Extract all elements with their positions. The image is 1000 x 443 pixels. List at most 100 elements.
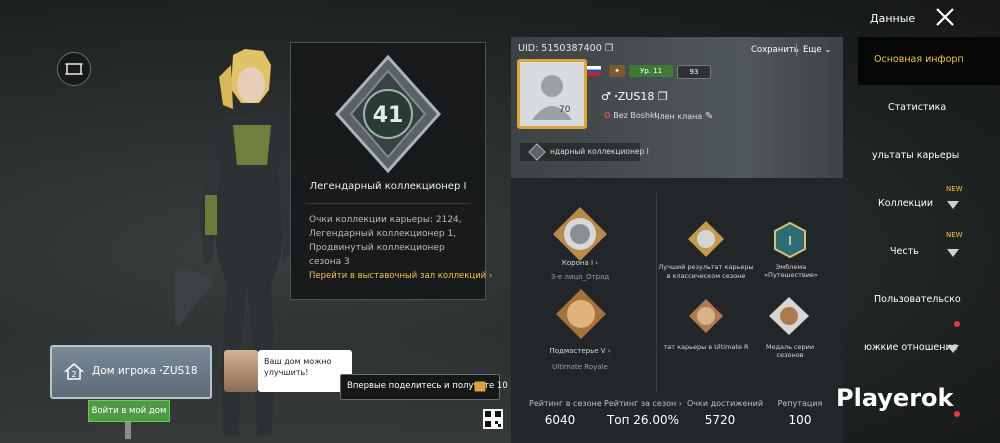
achievement-sub: 3-е лицо_Отряд — [550, 273, 610, 281]
more-button[interactable]: Еще ⌄ — [803, 45, 831, 55]
clan-name[interactable]: ✪ Bez Boshki — [604, 111, 657, 120]
achievement-apprentice[interactable]: Подмастерье V › Ultimate Royale — [541, 347, 619, 371]
player-name: ♂ ꞏZUS18 ❐ — [601, 89, 668, 104]
avatar-level: 70 — [559, 105, 571, 115]
new-badge: NEW — [946, 185, 963, 193]
sidebar-item-honor[interactable]: Честь NEW — [858, 229, 1000, 277]
stat-label[interactable]: Рейтинг за сезон › — [603, 399, 683, 408]
chevron-down-icon — [947, 249, 959, 257]
sidebar-item-relations[interactable]: южкие отношения — [858, 325, 1000, 373]
close-icon[interactable] — [934, 6, 956, 28]
copy-icon[interactable]: ❐ — [658, 90, 668, 103]
stat-value: 5720 — [704, 413, 736, 427]
rank-emblem-icon: ✦ — [609, 65, 625, 77]
stat-value: Топ 26.00% — [606, 413, 680, 427]
sign-post — [125, 421, 131, 439]
tier-desc-line: Легендарный коллекционер 1, — [309, 229, 457, 239]
chevron-down-icon — [947, 345, 959, 353]
enter-house-button[interactable]: Войти в мой дом — [88, 400, 170, 422]
achievement-ultimate-career[interactable]: тат карьеры в Ultimate R — [661, 343, 751, 351]
collection-hall-link-label: Перейти в выставочный зал коллекций — [309, 271, 487, 281]
sidebar-item-label: Основная инфорп — [874, 54, 964, 65]
achievement-journey[interactable]: Эмблема «Путешествие» — [759, 263, 823, 279]
journey-emblem-icon[interactable]: I — [773, 221, 807, 259]
clan-role-text: Член клана — [654, 112, 703, 121]
clan-role: Член клана ✎ — [654, 111, 713, 122]
qr-code-icon[interactable] — [483, 409, 503, 429]
sidebar-item-collections[interactable]: Коллекции NEW — [858, 181, 1000, 229]
achievement-name: Подмастерье V › — [549, 347, 611, 355]
ultimate-career-badge-icon[interactable] — [687, 297, 725, 335]
new-badge: NEW — [946, 231, 963, 239]
watermark-logo: Playerok — [836, 384, 954, 412]
avatar[interactable] — [517, 59, 587, 129]
sidebar-item-label: южкие отношения — [864, 342, 958, 353]
save-button[interactable]: Сохранить — [751, 45, 799, 55]
share-reward-button[interactable]: Впервые поделитесь и получите 10 — [340, 374, 508, 400]
stat-label-text: Рейтинг за сезон — [604, 399, 677, 408]
collector-tier-badge-icon: 41 — [334, 54, 442, 174]
tier-description: Очки коллекции карьеры: 2124, Легендарны… — [309, 213, 479, 269]
chevron-down-icon: ⌄ — [821, 45, 832, 55]
uid-label: UID: 5150387400 ❐ — [518, 43, 613, 54]
collector-title-bar[interactable]: ндарный коллекционер I — [520, 143, 649, 161]
tier-number: 41 — [373, 103, 404, 128]
stat-label: Репутация — [777, 399, 823, 408]
sidebar-item-label: ультаты карьеры — [872, 150, 960, 161]
country-flag-icon — [587, 66, 601, 76]
sidebar-item-basic-info[interactable]: Основная инфорп — [858, 37, 1000, 85]
achievement-sub: Ultimate Royale — [552, 363, 608, 371]
bubble-text: Ваш дом можно улучшить! — [264, 357, 332, 377]
profile-header: UID: 5150387400 ❐ Сохранить Еще ⌄ 70 ✦ У… — [511, 37, 843, 178]
collection-hall-link[interactable]: Перейти в выставочный зал коллекций › — [309, 271, 492, 281]
copy-icon[interactable]: ❐ — [605, 43, 614, 54]
classic-career-badge-icon[interactable] — [686, 219, 726, 259]
tier-desc-line: Продвинутый коллекционер сезона 3 — [309, 243, 445, 267]
house-label: Дом игрока ꞏZUS18 — [92, 365, 198, 377]
chevron-right-icon: › — [488, 271, 493, 281]
male-icon: ♂ — [601, 90, 615, 103]
divider — [305, 203, 471, 204]
chevron-down-icon — [947, 201, 959, 209]
profile-panel: UID: 5150387400 ❐ Сохранить Еще ⌄ 70 ✦ У… — [511, 37, 843, 443]
assistant-avatar — [224, 350, 258, 392]
stat-label: Рейтинг в сезоне — [529, 399, 602, 408]
divider — [796, 44, 797, 56]
sidebar-item-statistics[interactable]: Статистика — [858, 85, 1000, 133]
edit-icon[interactable]: ✎ — [705, 111, 713, 122]
player-house-sign[interactable]: 2 Дом игрока ꞏZUS18 Войти в мой дом — [50, 345, 212, 439]
sidebar-title: Данные — [870, 12, 916, 25]
achievement-crown[interactable]: Корона I › 3-е лицо_Отряд — [541, 259, 619, 281]
clan-icon: ✪ — [604, 111, 614, 120]
house-icon: 2 — [64, 363, 84, 380]
frame-toggle-button[interactable] — [57, 52, 91, 86]
sidebar-item-career-results[interactable]: ультаты карьеры — [858, 133, 1000, 181]
stat-label: Очки достижений — [687, 399, 764, 408]
achievement-season-medal[interactable]: Медаль серии сезонов — [757, 343, 823, 359]
sidebar-item-label: Пользовательско — [874, 294, 961, 305]
divider — [656, 193, 657, 393]
collector-mini-badge-icon — [528, 143, 546, 161]
clan-name-text: Bez Boshki — [613, 111, 657, 120]
apprentice-badge-icon[interactable] — [554, 287, 608, 341]
level-chip: Ур. 11 — [629, 65, 673, 77]
uid-text: UID: 5150387400 — [518, 43, 602, 54]
stat-value: 6040 — [544, 413, 576, 427]
sidebar: Основная инфорп Статистика ультаты карье… — [858, 37, 1000, 443]
points-chip: 93 — [677, 65, 711, 79]
achievement-name-text: Подмастерье V — [549, 347, 606, 355]
tier-title: Легендарный коллекционер I — [309, 181, 467, 192]
sidebar-item-label: Коллекции — [878, 198, 934, 209]
crown-badge-icon[interactable] — [551, 205, 609, 263]
stat-value: 100 — [788, 413, 812, 427]
upgrade-house-bubble[interactable]: Ваш дом можно улучшить! — [258, 350, 352, 392]
achievement-name-text: Корона I — [561, 259, 594, 267]
house-board: 2 Дом игрока ꞏZUS18 — [50, 345, 212, 399]
notification-dot — [954, 411, 960, 417]
house-number: 2 — [71, 370, 76, 379]
season-series-medal-icon[interactable] — [767, 295, 811, 337]
player-name-text: ꞏZUS18 — [614, 90, 655, 103]
frame-icon — [65, 63, 83, 75]
achievement-classic-career[interactable]: Лучший результат карьеры в классическом … — [657, 263, 755, 281]
sidebar-item-custom[interactable]: Пользовательско — [858, 277, 1000, 327]
